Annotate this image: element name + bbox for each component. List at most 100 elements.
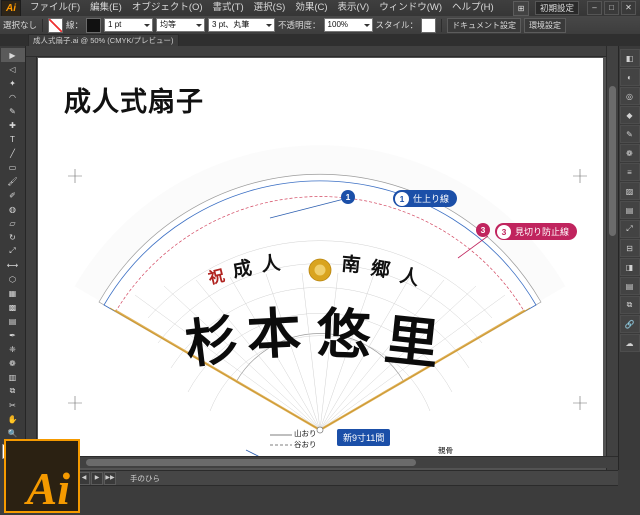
svg-text:南: 南	[341, 253, 362, 277]
pathfinder-panel-icon[interactable]: ◨	[619, 258, 640, 276]
type-tool[interactable]: T	[1, 132, 25, 146]
pencil-tool[interactable]: ✐	[1, 188, 25, 202]
document-tab[interactable]: 成人式扇子.ai @ 50% (CMYK/プレビュー)	[28, 34, 179, 46]
line-segment-tool[interactable]: ╱	[1, 146, 25, 160]
artboard-tool[interactable]: ⧉	[1, 384, 25, 398]
rotate-tool[interactable]: ↻	[1, 230, 25, 244]
status-inner: 50% ◀◀ ◀ ▶ ▶▶ 手のひら	[26, 470, 618, 486]
artboard[interactable]: 成人式扇子 祝 成 人 南 郷 人 杉 本 悠 里 1 1 仕上り線 3 3 見…	[38, 58, 603, 456]
menu-item-effect[interactable]: 効果(C)	[290, 0, 332, 16]
stroke-profile-combo[interactable]: 均等	[156, 18, 206, 32]
app-logo-icon: Ai	[1, 0, 21, 17]
selection-status-label: 選択なし	[3, 20, 38, 30]
menu-item-file[interactable]: ファイル(F)	[25, 0, 85, 16]
illustrator-window: Ai ファイル(F) 編集(E) オブジェクト(O) 書式(T) 選択(S) 効…	[0, 0, 640, 515]
rectangle-tool[interactable]: ▭	[1, 160, 25, 174]
callout-marker-3[interactable]: 3	[476, 223, 490, 237]
horizontal-ruler	[26, 46, 618, 57]
lasso-tool[interactable]: ◠	[1, 90, 25, 104]
control-bar: 選択なし 線： 1 pt 均等 3 pt、丸筆 不透明度： 100% スタイル：…	[0, 16, 640, 35]
svg-text:本: 本	[245, 300, 302, 367]
preferences-button[interactable]: 環境設定	[524, 17, 567, 33]
fill-color-swatch[interactable]	[48, 17, 64, 33]
color-guide-panel-icon[interactable]: ◐	[619, 68, 640, 86]
scale-tool[interactable]: ⤢	[1, 244, 25, 258]
menu-item-select[interactable]: 選択(S)	[249, 0, 291, 16]
opacity-combo[interactable]: 100%	[323, 18, 373, 32]
status-tool-label: 手のひら	[130, 473, 161, 483]
minimize-button[interactable]: –	[587, 1, 602, 15]
hand-tool[interactable]: ✋	[1, 412, 25, 426]
perspective-grid-tool[interactable]: ▦	[1, 286, 25, 300]
selection-tool[interactable]: ▶	[0, 48, 25, 62]
next-artboard-button[interactable]: ▶	[91, 471, 104, 485]
add-anchor-point-tool[interactable]: ✚	[1, 118, 25, 132]
libraries-panel-icon[interactable]: ☁	[619, 334, 640, 352]
document-setup-button[interactable]: ドキュメント設定	[447, 17, 522, 33]
close-button[interactable]: ✕	[621, 1, 636, 15]
gradient-panel-icon[interactable]: ▤	[619, 201, 640, 219]
menu-item-object[interactable]: オブジェクト(O)	[127, 0, 208, 16]
width-tool[interactable]: ⟷	[1, 258, 25, 272]
blend-tool[interactable]: ❈	[1, 342, 25, 356]
callout-3[interactable]: 3 見切り防止線	[495, 223, 578, 240]
gradient-tool[interactable]: ▤	[1, 314, 25, 328]
graphic-styles-panel-icon[interactable]: ◆	[619, 106, 640, 124]
vertical-scrollbar[interactable]	[606, 46, 618, 470]
menu-item-help[interactable]: ヘルプ(H)	[447, 0, 499, 16]
zoom-tool[interactable]: 🔍	[1, 426, 25, 440]
symbols-panel-icon[interactable]: ❁	[619, 144, 640, 162]
app-badge-label: Ai	[26, 463, 70, 515]
fan-body	[74, 145, 566, 434]
align-panel-icon[interactable]: ⊟	[619, 239, 640, 257]
horizontal-scrollbar-thumb[interactable]	[86, 459, 416, 466]
vertical-scrollbar-thumb[interactable]	[609, 86, 616, 236]
eraser-tool[interactable]: ▱	[1, 216, 25, 230]
symbol-sprayer-tool[interactable]: ❁	[1, 356, 25, 370]
stroke-panel-icon[interactable]: ≡	[619, 163, 640, 181]
color-panel-icon[interactable]: ◧	[619, 49, 640, 67]
callout-1[interactable]: 1 仕上り線	[393, 190, 458, 207]
appearance-panel-icon[interactable]: ◎	[619, 87, 640, 105]
layers-panel-icon[interactable]: ▤	[619, 277, 640, 295]
horizontal-scrollbar[interactable]	[26, 456, 618, 468]
app-badge-icon: Ai	[4, 439, 80, 513]
menu-item-edit[interactable]: 編集(E)	[85, 0, 127, 16]
transform-panel-icon[interactable]: ⤢	[619, 220, 640, 238]
canvas-area[interactable]: 成人式扇子 祝 成 人 南 郷 人 杉 本 悠 里 1 1 仕上り線 3 3 見…	[26, 46, 618, 470]
eyedropper-tool[interactable]: ✒	[1, 328, 25, 342]
gold-emblem	[308, 258, 332, 282]
blob-brush-tool[interactable]: ◍	[1, 202, 25, 216]
magic-wand-tool[interactable]: ✦	[1, 76, 25, 90]
transparency-panel-icon[interactable]: ▨	[619, 182, 640, 200]
tools-panel: ▶ ◁ ✦ ◠ ✎ ✚ T ╱ ▭ 🖌 ✐ ◍ ▱ ↻ ⤢ ⟷ ⬡ ▦ ▩ ▤ …	[0, 46, 26, 470]
paintbrush-tool[interactable]: 🖌	[1, 174, 25, 188]
size-tag: 新9寸11間	[337, 429, 391, 446]
brush-definition-combo[interactable]: 3 pt、丸筆	[208, 18, 276, 32]
stroke-weight-combo[interactable]: 1 pt	[104, 18, 154, 32]
control-separator	[42, 18, 44, 32]
menu-item-window[interactable]: ウィンドウ(W)	[374, 0, 447, 16]
graphic-style-swatch[interactable]	[421, 17, 437, 33]
menu-item-type[interactable]: 書式(T)	[208, 0, 249, 16]
callout-marker-1[interactable]: 1	[341, 190, 355, 204]
shape-builder-tool[interactable]: ⬡	[1, 272, 25, 286]
last-artboard-button[interactable]: ▶▶	[104, 471, 117, 485]
direct-selection-tool[interactable]: ◁	[1, 62, 25, 76]
callout-3-label: 見切り防止線	[515, 227, 570, 237]
pen-tool[interactable]: ✎	[1, 104, 25, 118]
slice-tool[interactable]: ✂	[1, 398, 25, 412]
callout-1-label: 仕上り線	[413, 194, 450, 204]
maximize-button[interactable]: □	[604, 1, 619, 15]
stroke-color-swatch[interactable]	[86, 17, 102, 33]
artboards-panel-icon[interactable]: ⧉	[619, 296, 640, 314]
panel-dock: ◧ ◐ ◎ ◆ ✎ ❁ ≡ ▨ ▤ ⤢ ⊟ ◨ ▤ ⧉ 🔗 ☁	[618, 46, 640, 470]
grid-toggle-icon[interactable]: ⊞	[512, 0, 529, 16]
column-graph-tool[interactable]: ▥	[1, 370, 25, 384]
mesh-tool[interactable]: ▩	[1, 300, 25, 314]
links-panel-icon[interactable]: 🔗	[619, 315, 640, 333]
svg-text:里: 里	[382, 307, 442, 376]
workspace-switcher[interactable]: 初期設定	[534, 1, 579, 15]
menu-item-view[interactable]: 表示(V)	[333, 0, 375, 16]
brushes-panel-icon[interactable]: ✎	[619, 125, 640, 143]
